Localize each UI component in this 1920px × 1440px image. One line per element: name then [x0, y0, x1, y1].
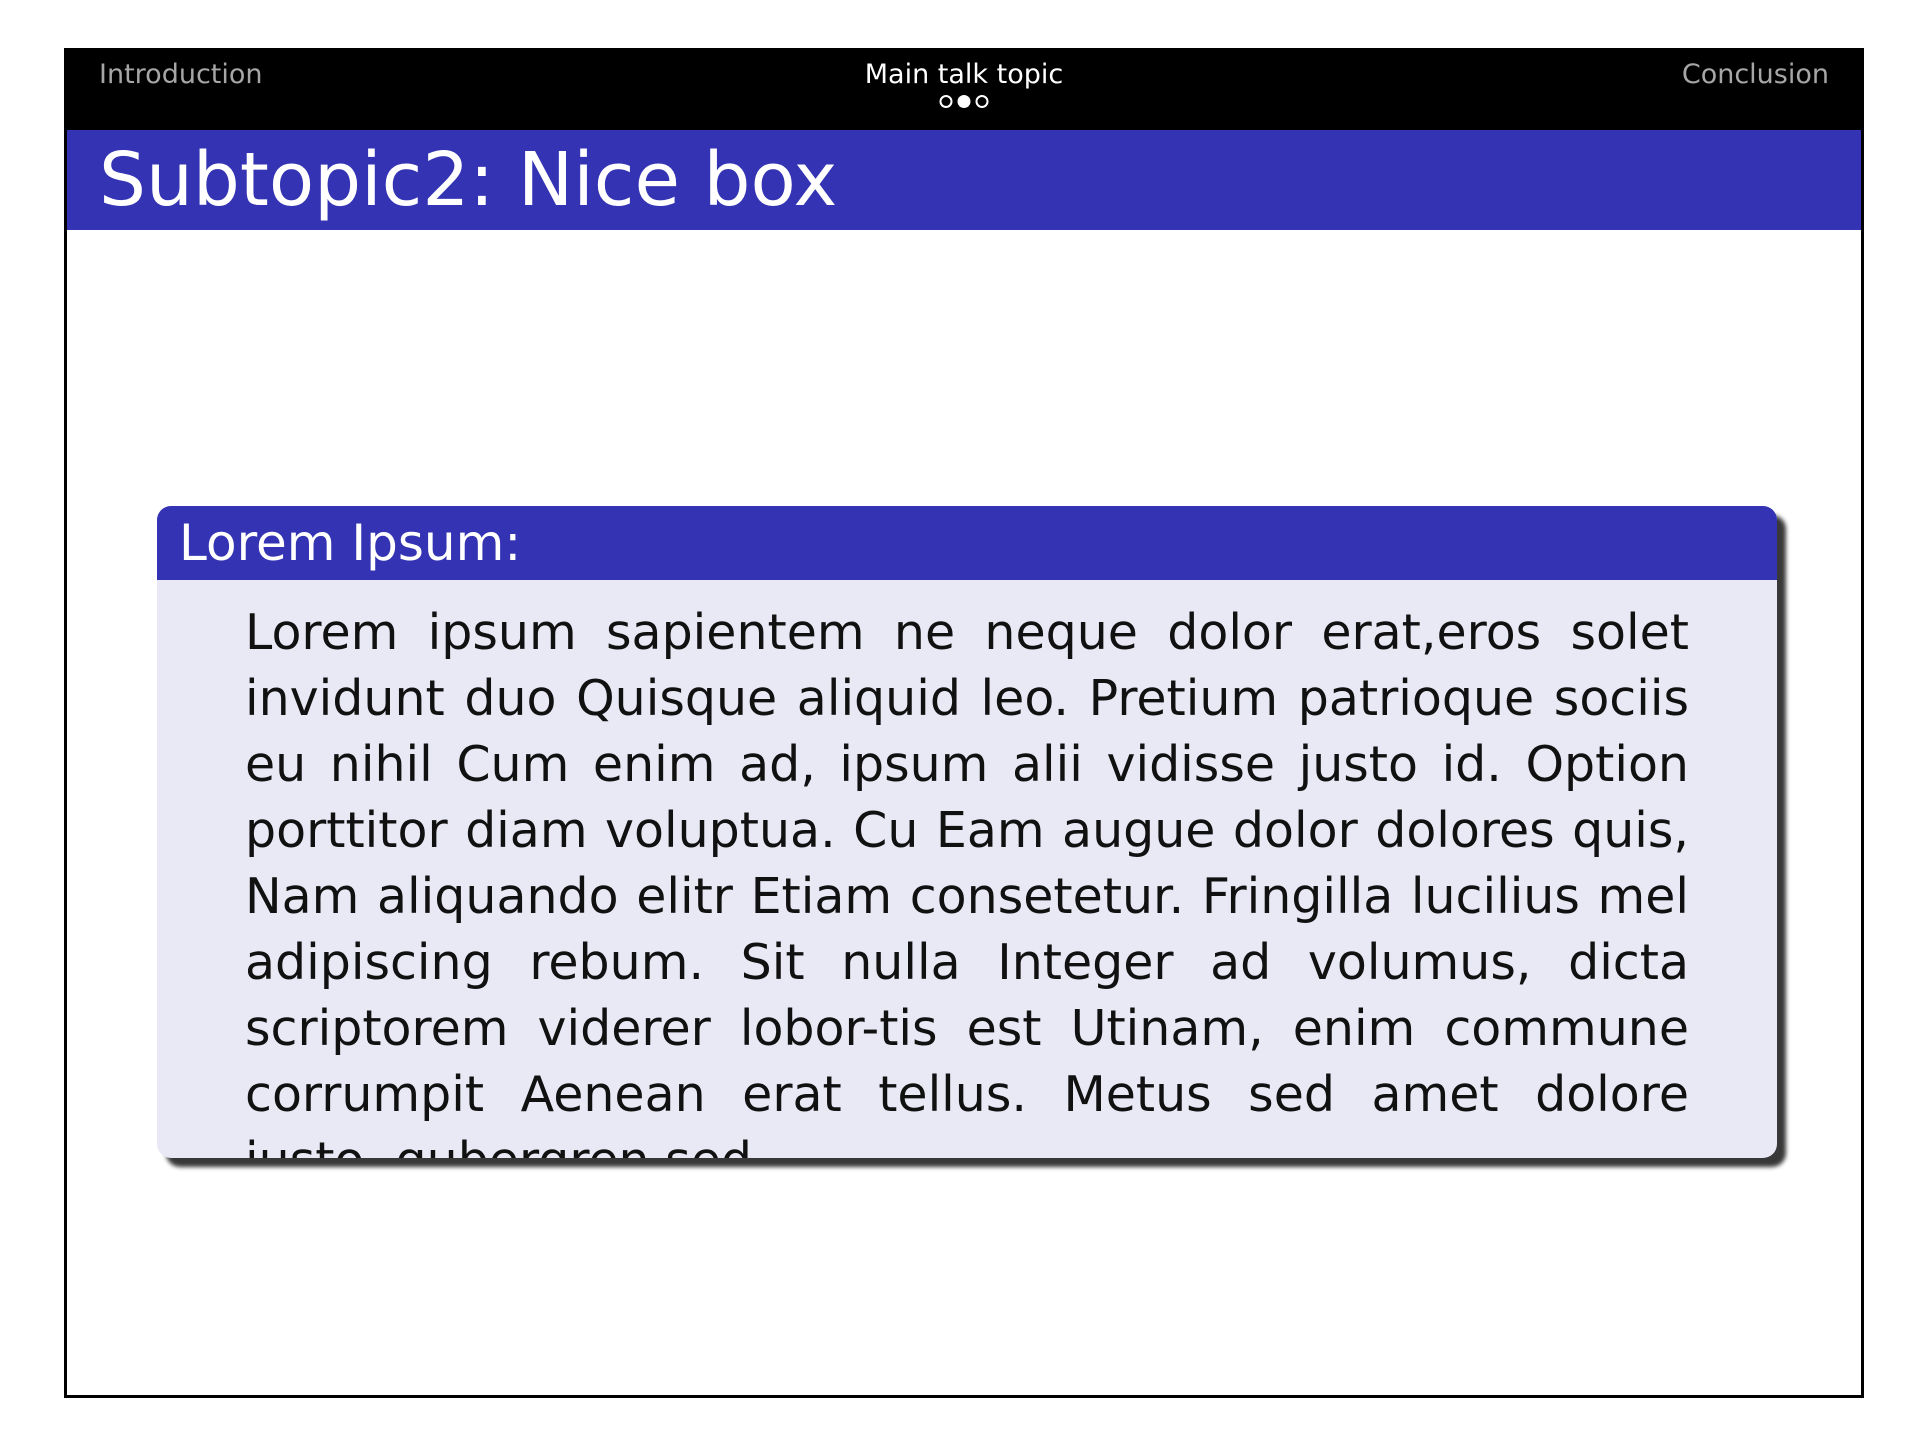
subsection-dot-1-icon[interactable]	[939, 95, 953, 108]
nav-section-main-talk-topic[interactable]: Main talk topic	[865, 55, 1063, 95]
frame-title-bar: Subtopic2: Nice box	[67, 130, 1861, 230]
content-block: Lorem Ipsum: Lorem ipsum sapientem ne ne…	[157, 506, 1777, 1158]
block-body-text: Lorem ipsum sapientem ne neque dolor era…	[245, 604, 1689, 1158]
nav-section-conclusion[interactable]: Conclusion	[1682, 55, 1829, 95]
slide-title: Subtopic2: Nice box	[99, 137, 838, 223]
block-title: Lorem Ipsum:	[157, 506, 1777, 580]
subsection-dots	[939, 95, 989, 108]
subsection-dot-3-icon[interactable]	[975, 95, 989, 108]
slide-frame: Introduction Main talk topic Conclusion …	[64, 48, 1864, 1398]
subsection-dot-2-current-icon[interactable]	[957, 95, 971, 108]
nav-section-introduction[interactable]: Introduction	[99, 55, 263, 95]
section-navigation-bar: Introduction Main talk topic Conclusion	[67, 51, 1861, 130]
